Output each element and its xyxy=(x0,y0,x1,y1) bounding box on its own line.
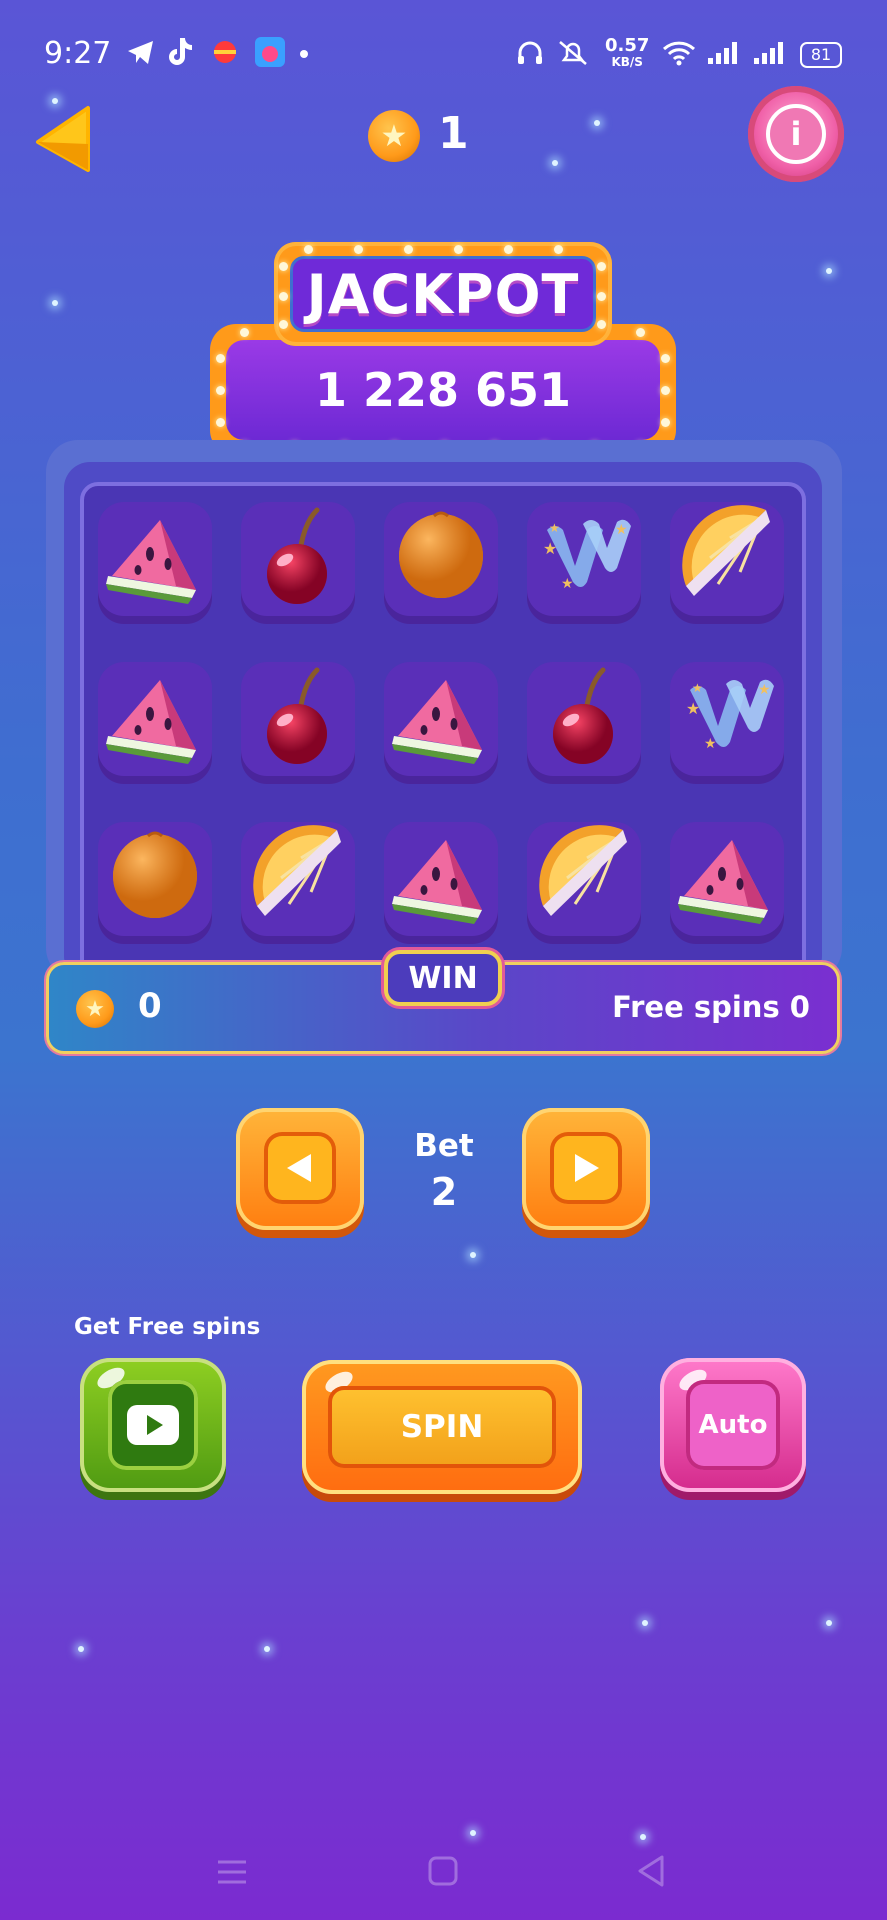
telegram-icon xyxy=(128,41,153,64)
tiktok-icon xyxy=(169,38,192,65)
cherry-icon xyxy=(553,667,613,764)
battery-indicator: 81 xyxy=(800,42,842,68)
reel-symbol-wild: ★ ★ ★ ★ xyxy=(527,502,641,616)
svg-text:★: ★ xyxy=(704,736,717,752)
watermelon-icon xyxy=(106,680,196,764)
svg-text:★: ★ xyxy=(692,681,703,695)
info-icon: i xyxy=(766,104,826,164)
orange-icon xyxy=(113,831,197,918)
reel-symbol-watermelon xyxy=(384,662,498,776)
left-arrow-icon xyxy=(264,1132,336,1204)
reel-symbol-cherry xyxy=(241,502,355,616)
notification-dot xyxy=(300,50,308,58)
win-value: 0 xyxy=(138,986,162,1026)
orange-icon xyxy=(399,511,483,598)
coin-icon: ★ xyxy=(368,110,420,162)
reel-symbol-watermelon xyxy=(98,502,212,616)
orange-slice-icon xyxy=(253,825,341,916)
coin-icon: ★ xyxy=(76,990,114,1028)
back-arrow-icon[interactable] xyxy=(32,104,102,174)
info-button[interactable]: i xyxy=(748,86,844,182)
watermelon-icon xyxy=(392,840,482,924)
auto-label: Auto xyxy=(686,1380,780,1470)
cherry-icon xyxy=(267,507,327,604)
jackpot-title: JACKPOT xyxy=(290,256,596,332)
svg-text:★: ★ xyxy=(686,699,700,718)
reel-symbol-orange-slice xyxy=(527,822,641,936)
jackpot-title-frame: JACKPOT xyxy=(274,242,612,346)
wifi-icon xyxy=(662,41,696,66)
watch-ad-button[interactable] xyxy=(80,1358,226,1492)
reel-symbol-orange-slice xyxy=(670,502,784,616)
reel-symbol-orange xyxy=(98,822,212,936)
mute-icon xyxy=(559,41,587,65)
reel-symbol-wild: ★ ★ ★ ★ xyxy=(670,662,784,776)
reel-symbol-watermelon xyxy=(98,662,212,776)
reel-symbol-cherry xyxy=(241,662,355,776)
auto-spin-button[interactable]: Auto xyxy=(660,1358,806,1492)
orange-slice-icon xyxy=(682,505,770,596)
menu-nav-icon[interactable] xyxy=(216,1858,248,1886)
orange-slice-icon xyxy=(539,825,627,916)
svg-text:★: ★ xyxy=(615,522,628,538)
free-spins-label: Get Free spins xyxy=(74,1314,261,1340)
reel-symbol-orange-slice xyxy=(241,822,355,936)
signal-icon-1 xyxy=(708,42,737,64)
svg-text:★: ★ xyxy=(758,682,771,698)
watermelon-icon xyxy=(392,680,482,764)
wild-icon: ★ ★ ★ ★ xyxy=(543,519,631,592)
bet-increase-button[interactable] xyxy=(522,1108,650,1230)
play-video-icon xyxy=(108,1380,198,1470)
coin-balance: 1 xyxy=(438,108,469,159)
signal-icon-2 xyxy=(754,42,783,64)
cherry-icon xyxy=(267,667,327,764)
app-icon xyxy=(214,41,236,63)
spin-label: SPIN xyxy=(328,1386,556,1468)
svg-text:★: ★ xyxy=(561,576,574,592)
watermelon-icon xyxy=(678,840,768,924)
home-nav-icon[interactable] xyxy=(428,1856,458,1886)
bet-label: Bet xyxy=(414,1128,474,1164)
svg-text:★: ★ xyxy=(549,521,560,535)
status-bar: 9:27 0.57 KB/S 81 xyxy=(0,0,887,110)
watermelon-icon xyxy=(106,520,196,604)
right-arrow-icon xyxy=(550,1132,622,1204)
clock: 9:27 xyxy=(44,36,112,71)
headphones-icon xyxy=(518,41,542,64)
reel-symbol-cherry xyxy=(527,662,641,776)
svg-text:★: ★ xyxy=(543,539,557,558)
bet-decrease-button[interactable] xyxy=(236,1108,364,1230)
net-speed: 0.57 KB/S xyxy=(605,35,650,70)
reel-symbol-watermelon xyxy=(670,822,784,936)
free-spins-count: Free spins 0 xyxy=(612,990,810,1024)
bet-value: 2 xyxy=(430,1170,458,1214)
back-nav-icon[interactable] xyxy=(636,1854,666,1888)
reel-symbol-watermelon xyxy=(384,822,498,936)
wild-icon: ★ ★ ★ ★ xyxy=(686,679,774,752)
jackpot-value: 1 228 651 xyxy=(226,340,660,440)
game-app-icon xyxy=(255,37,285,67)
win-label: WIN xyxy=(384,950,502,1006)
spin-button[interactable]: SPIN xyxy=(302,1360,582,1494)
reel-symbol-orange xyxy=(384,502,498,616)
